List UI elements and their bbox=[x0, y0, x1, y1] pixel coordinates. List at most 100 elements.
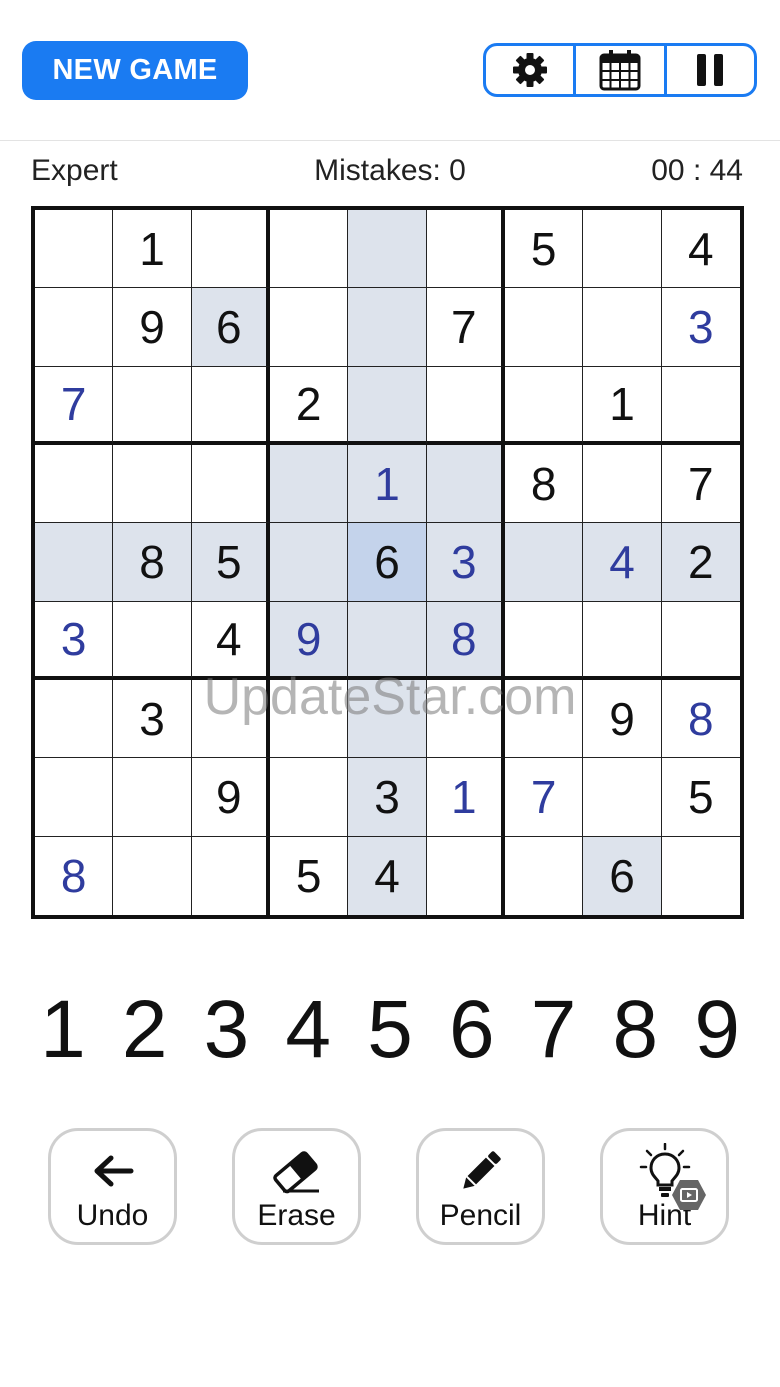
board-cell[interactable] bbox=[348, 601, 427, 680]
board-cell[interactable] bbox=[191, 680, 270, 759]
pencil-button[interactable]: Pencil bbox=[416, 1128, 545, 1245]
board-cell[interactable] bbox=[113, 836, 192, 915]
board-cell[interactable] bbox=[348, 366, 427, 445]
board-cell[interactable] bbox=[35, 758, 114, 837]
board-cell[interactable] bbox=[583, 288, 662, 367]
board-cell[interactable]: 6 bbox=[191, 288, 270, 367]
board-cell[interactable] bbox=[583, 758, 662, 837]
board-cell[interactable]: 2 bbox=[661, 523, 740, 602]
board-cell[interactable] bbox=[426, 210, 505, 289]
board-cell[interactable]: 3 bbox=[426, 523, 505, 602]
board-cell[interactable]: 6 bbox=[583, 836, 662, 915]
new-game-button[interactable]: NEW GAME bbox=[22, 41, 248, 100]
board-cell[interactable]: 1 bbox=[348, 445, 427, 524]
board-cell[interactable] bbox=[505, 366, 584, 445]
board-cell[interactable] bbox=[348, 288, 427, 367]
undo-button[interactable]: Undo bbox=[48, 1128, 177, 1245]
board-cell[interactable] bbox=[35, 523, 114, 602]
board-cell[interactable] bbox=[505, 523, 584, 602]
board-cell[interactable] bbox=[191, 445, 270, 524]
board-cell[interactable] bbox=[505, 601, 584, 680]
board-cell[interactable] bbox=[191, 836, 270, 915]
board-cell[interactable] bbox=[505, 288, 584, 367]
board-cell[interactable]: 4 bbox=[583, 523, 662, 602]
board-cell[interactable] bbox=[583, 210, 662, 289]
board-cell[interactable]: 7 bbox=[505, 758, 584, 837]
board-cell[interactable]: 7 bbox=[661, 445, 740, 524]
numpad-digit-9[interactable]: 9 bbox=[676, 985, 758, 1075]
numpad-digit-1[interactable]: 1 bbox=[22, 985, 104, 1075]
board-cell[interactable]: 8 bbox=[505, 445, 584, 524]
board-cell[interactable] bbox=[426, 836, 505, 915]
board-cell[interactable]: 7 bbox=[35, 366, 114, 445]
board-cell[interactable] bbox=[270, 210, 349, 289]
board-cell[interactable] bbox=[113, 445, 192, 524]
board-cell[interactable] bbox=[113, 366, 192, 445]
board-cell[interactable] bbox=[426, 680, 505, 759]
board-cell[interactable] bbox=[35, 288, 114, 367]
board-cell[interactable] bbox=[270, 445, 349, 524]
board-cell[interactable] bbox=[426, 445, 505, 524]
board-cell[interactable] bbox=[113, 601, 192, 680]
board-cell[interactable]: 1 bbox=[583, 366, 662, 445]
board-cell[interactable]: 1 bbox=[113, 210, 192, 289]
board-cell[interactable] bbox=[505, 680, 584, 759]
hint-button[interactable]: Hint bbox=[600, 1128, 729, 1245]
board-cell[interactable]: 8 bbox=[661, 680, 740, 759]
numpad-digit-8[interactable]: 8 bbox=[594, 985, 676, 1075]
board-cell[interactable]: 4 bbox=[348, 836, 427, 915]
board-cell[interactable] bbox=[348, 680, 427, 759]
board-cell[interactable] bbox=[426, 366, 505, 445]
numpad-digit-4[interactable]: 4 bbox=[267, 985, 349, 1075]
board-cell[interactable]: 8 bbox=[35, 836, 114, 915]
board-cell[interactable]: 1 bbox=[426, 758, 505, 837]
board-cell[interactable] bbox=[270, 680, 349, 759]
erase-button[interactable]: Erase bbox=[232, 1128, 361, 1245]
board-cell[interactable]: 9 bbox=[191, 758, 270, 837]
numpad-digit-7[interactable]: 7 bbox=[513, 985, 595, 1075]
board-cell[interactable]: 5 bbox=[270, 836, 349, 915]
board-cell[interactable]: 3 bbox=[348, 758, 427, 837]
board-cell[interactable] bbox=[505, 836, 584, 915]
board-cell[interactable] bbox=[348, 210, 427, 289]
board-cell[interactable] bbox=[270, 758, 349, 837]
board-cell[interactable]: 9 bbox=[113, 288, 192, 367]
board-cell[interactable] bbox=[35, 680, 114, 759]
board-cell[interactable]: 5 bbox=[661, 758, 740, 837]
board-cell[interactable] bbox=[661, 836, 740, 915]
board-cell[interactable]: 3 bbox=[113, 680, 192, 759]
board-cell[interactable]: 3 bbox=[661, 288, 740, 367]
board-cell[interactable]: 7 bbox=[426, 288, 505, 367]
eraser-icon bbox=[272, 1151, 319, 1194]
board-cell[interactable]: 6 bbox=[348, 523, 427, 602]
settings-button[interactable] bbox=[486, 46, 577, 94]
board-cell[interactable]: 5 bbox=[505, 210, 584, 289]
board-cell[interactable]: 9 bbox=[270, 601, 349, 680]
board-cell[interactable]: 8 bbox=[113, 523, 192, 602]
numpad-digit-5[interactable]: 5 bbox=[349, 985, 431, 1075]
calendar-button[interactable] bbox=[576, 46, 667, 94]
board-cell[interactable] bbox=[191, 210, 270, 289]
board-cell[interactable]: 4 bbox=[661, 210, 740, 289]
numpad-digit-3[interactable]: 3 bbox=[186, 985, 268, 1075]
numpad-digit-2[interactable]: 2 bbox=[104, 985, 186, 1075]
board-cell[interactable] bbox=[191, 366, 270, 445]
board-cell[interactable] bbox=[661, 601, 740, 680]
pause-button[interactable] bbox=[667, 46, 754, 94]
board-cell[interactable] bbox=[661, 366, 740, 445]
board-cell[interactable] bbox=[583, 445, 662, 524]
board-cell[interactable]: 9 bbox=[583, 680, 662, 759]
board-cell[interactable] bbox=[35, 210, 114, 289]
board-cell[interactable] bbox=[113, 758, 192, 837]
board-cell[interactable] bbox=[270, 288, 349, 367]
board-cell[interactable]: 4 bbox=[191, 601, 270, 680]
game-timer: 00 : 44 bbox=[651, 154, 743, 187]
board-cell[interactable] bbox=[270, 523, 349, 602]
board-cell[interactable]: 5 bbox=[191, 523, 270, 602]
board-cell[interactable] bbox=[583, 601, 662, 680]
board-cell[interactable]: 8 bbox=[426, 601, 505, 680]
board-cell[interactable]: 3 bbox=[35, 601, 114, 680]
board-cell[interactable] bbox=[35, 445, 114, 524]
board-cell[interactable]: 2 bbox=[270, 366, 349, 445]
numpad-digit-6[interactable]: 6 bbox=[431, 985, 513, 1075]
